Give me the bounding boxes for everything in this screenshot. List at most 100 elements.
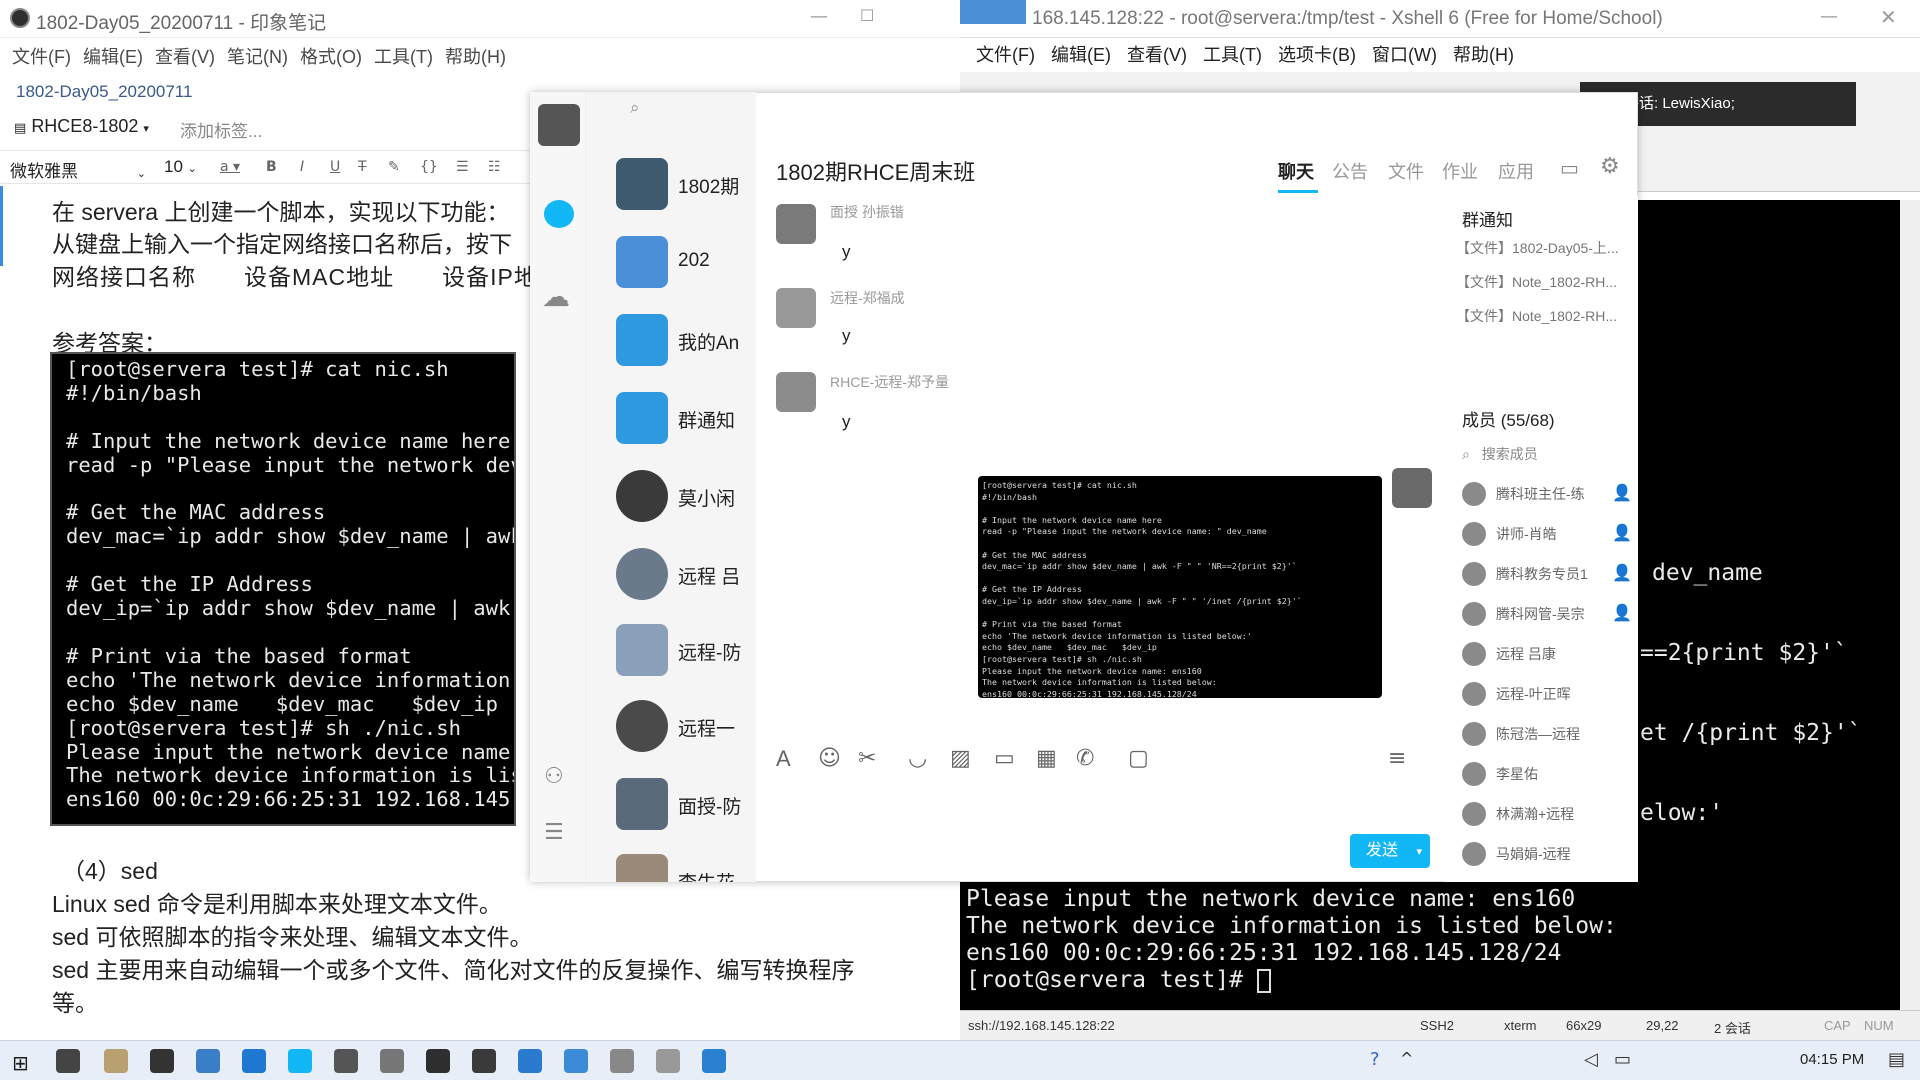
- member-item[interactable]: 远程-叶正晖: [1462, 680, 1632, 708]
- app-icon[interactable]: [564, 1049, 588, 1073]
- note-title[interactable]: 1802-Day05_20200711: [16, 82, 192, 102]
- chat-list-item[interactable]: 面授-防: [616, 778, 756, 842]
- menu-edit[interactable]: 编辑(E): [83, 42, 143, 72]
- avatar[interactable]: [1392, 468, 1432, 508]
- file-link[interactable]: 【文件】1802-Day05-上...: [1456, 238, 1619, 258]
- app-icon[interactable]: [196, 1049, 220, 1073]
- explorer-icon[interactable]: [104, 1049, 128, 1073]
- bold-icon[interactable]: B: [266, 159, 277, 175]
- search-icon[interactable]: ⌕: [630, 98, 640, 118]
- contacts-icon[interactable]: ⚇: [544, 764, 564, 789]
- chat-list-item[interactable]: 远程 吕: [616, 548, 756, 612]
- font-size-select[interactable]: 10 ⌄: [164, 157, 197, 177]
- numbered-list-icon[interactable]: ☷: [488, 159, 501, 175]
- windows-start-icon[interactable]: ⊞: [12, 1051, 29, 1075]
- avatar[interactable]: [776, 288, 816, 328]
- chat-list-item[interactable]: 202: [616, 236, 756, 300]
- screen-share-icon[interactable]: ▭: [1560, 156, 1579, 180]
- minimize-icon[interactable]: —: [810, 6, 828, 27]
- app-icon[interactable]: [610, 1049, 634, 1073]
- menu-tools[interactable]: 工具(T): [374, 42, 433, 72]
- gift-icon[interactable]: ▦: [1036, 746, 1057, 771]
- maximize-icon[interactable]: ☐: [860, 6, 874, 25]
- menu-help[interactable]: 帮助(H): [1453, 38, 1514, 72]
- notification-icon[interactable]: ▤: [1888, 1049, 1905, 1070]
- network-icon[interactable]: ▭: [1614, 1049, 1631, 1070]
- tab-announcements[interactable]: 公告: [1332, 158, 1368, 184]
- menu-file[interactable]: 文件(F): [976, 38, 1035, 72]
- chat-list-item[interactable]: 莫小闲: [616, 470, 756, 534]
- task-view-icon[interactable]: [56, 1049, 80, 1073]
- menu-window[interactable]: 窗口(W): [1372, 38, 1437, 72]
- font-icon[interactable]: A: [776, 746, 791, 772]
- chat-list-item[interactable]: 李牛花: [616, 854, 756, 882]
- terminal-scrollbar[interactable]: [1900, 200, 1920, 1010]
- underline-icon[interactable]: U: [330, 159, 340, 175]
- tab-chat[interactable]: 聊天: [1278, 158, 1314, 184]
- close-icon[interactable]: ✕: [1880, 5, 1897, 29]
- image-icon[interactable]: ▨: [950, 746, 971, 771]
- screenshot-icon[interactable]: ▢: [1128, 746, 1149, 771]
- menu-tools[interactable]: 工具(T): [1203, 38, 1262, 72]
- shield-icon[interactable]: ◡: [908, 746, 927, 771]
- evernote-icon[interactable]: [426, 1049, 450, 1073]
- code-block-icon[interactable]: {}: [420, 159, 438, 175]
- member-item[interactable]: 讲师-肖皓 👤: [1462, 520, 1632, 548]
- send-button[interactable]: 发送 ▾: [1350, 834, 1430, 868]
- app-icon[interactable]: [334, 1049, 358, 1073]
- chat-list-item[interactable]: 我的An: [616, 314, 756, 378]
- app-icon[interactable]: [702, 1049, 726, 1073]
- menu-view[interactable]: 查看(V): [155, 42, 215, 72]
- strikethrough-icon[interactable]: T: [358, 159, 367, 175]
- menu-tabs[interactable]: 选项卡(B): [1278, 38, 1356, 72]
- clock[interactable]: 04:15 PM: [1800, 1051, 1864, 1068]
- app-icon[interactable]: [656, 1049, 680, 1073]
- qq-icon[interactable]: [288, 1049, 312, 1073]
- menu-icon[interactable]: ☰: [544, 820, 564, 845]
- emoji-icon[interactable]: ☺: [818, 746, 841, 771]
- menu-view[interactable]: 查看(V): [1127, 38, 1187, 72]
- folder-icon[interactable]: ▭: [994, 746, 1015, 771]
- member-item[interactable]: 腾科教务专员1 👤: [1462, 560, 1632, 588]
- member-item[interactable]: 腾科班主任-练 👤: [1462, 480, 1632, 508]
- font-color-icon[interactable]: a ▾: [220, 159, 240, 175]
- member-search[interactable]: ⌕ 搜索成员: [1462, 444, 1538, 464]
- message-image[interactable]: [root@servera test]# cat nic.sh #!/bin/b…: [978, 476, 1382, 698]
- app-icon[interactable]: [518, 1049, 542, 1073]
- chevron-up-icon[interactable]: ^: [1400, 1049, 1413, 1068]
- message-icon[interactable]: [544, 200, 574, 228]
- tab-apps[interactable]: 应用: [1498, 158, 1534, 184]
- member-item[interactable]: 林满瀚+远程: [1462, 800, 1632, 828]
- phone-icon[interactable]: ✆: [1076, 746, 1094, 771]
- menu-format[interactable]: 格式(O): [300, 42, 362, 72]
- tab-files[interactable]: 文件: [1388, 158, 1424, 184]
- cloud-icon[interactable]: ☁: [542, 280, 570, 313]
- chat-list-item[interactable]: 远程一: [616, 700, 756, 764]
- app-icon[interactable]: [472, 1049, 496, 1073]
- file-link[interactable]: 【文件】Note_1802-RH...: [1456, 272, 1617, 292]
- font-family-select[interactable]: 微软雅黑 ⌄: [10, 157, 146, 182]
- bullet-list-icon[interactable]: ☰: [456, 159, 469, 175]
- member-item[interactable]: 远程 吕康: [1462, 640, 1632, 668]
- gear-icon[interactable]: ⚙: [1600, 154, 1620, 179]
- volume-icon[interactable]: ◁: [1584, 1049, 1598, 1070]
- avatar[interactable]: [776, 204, 816, 244]
- chat-list-item[interactable]: 群通知: [616, 392, 756, 456]
- file-link[interactable]: 【文件】Note_1802-RH...: [1456, 306, 1617, 326]
- notebook-selector[interactable]: ▤ RHCE8-1802 ▾: [14, 116, 149, 137]
- menu-help[interactable]: 帮助(H): [445, 42, 506, 72]
- help-icon[interactable]: ?: [1370, 1049, 1380, 1070]
- tab-homework[interactable]: 作业: [1442, 158, 1478, 184]
- highlight-icon[interactable]: ✎: [388, 159, 400, 175]
- history-icon[interactable]: ≡: [1388, 746, 1406, 771]
- app-icon[interactable]: [380, 1049, 404, 1073]
- menu-edit[interactable]: 编辑(E): [1051, 38, 1111, 72]
- italic-icon[interactable]: I: [300, 159, 304, 175]
- app-icon[interactable]: [150, 1049, 174, 1073]
- member-item[interactable]: 腾科网管-吴宗 👤: [1462, 600, 1632, 628]
- member-item[interactable]: 马娟娟-远程: [1462, 840, 1632, 868]
- avatar[interactable]: [776, 372, 816, 412]
- member-item[interactable]: 陈冠浩—远程: [1462, 720, 1632, 748]
- minimize-icon[interactable]: —: [1820, 6, 1838, 27]
- member-item[interactable]: 李星佑: [1462, 760, 1632, 788]
